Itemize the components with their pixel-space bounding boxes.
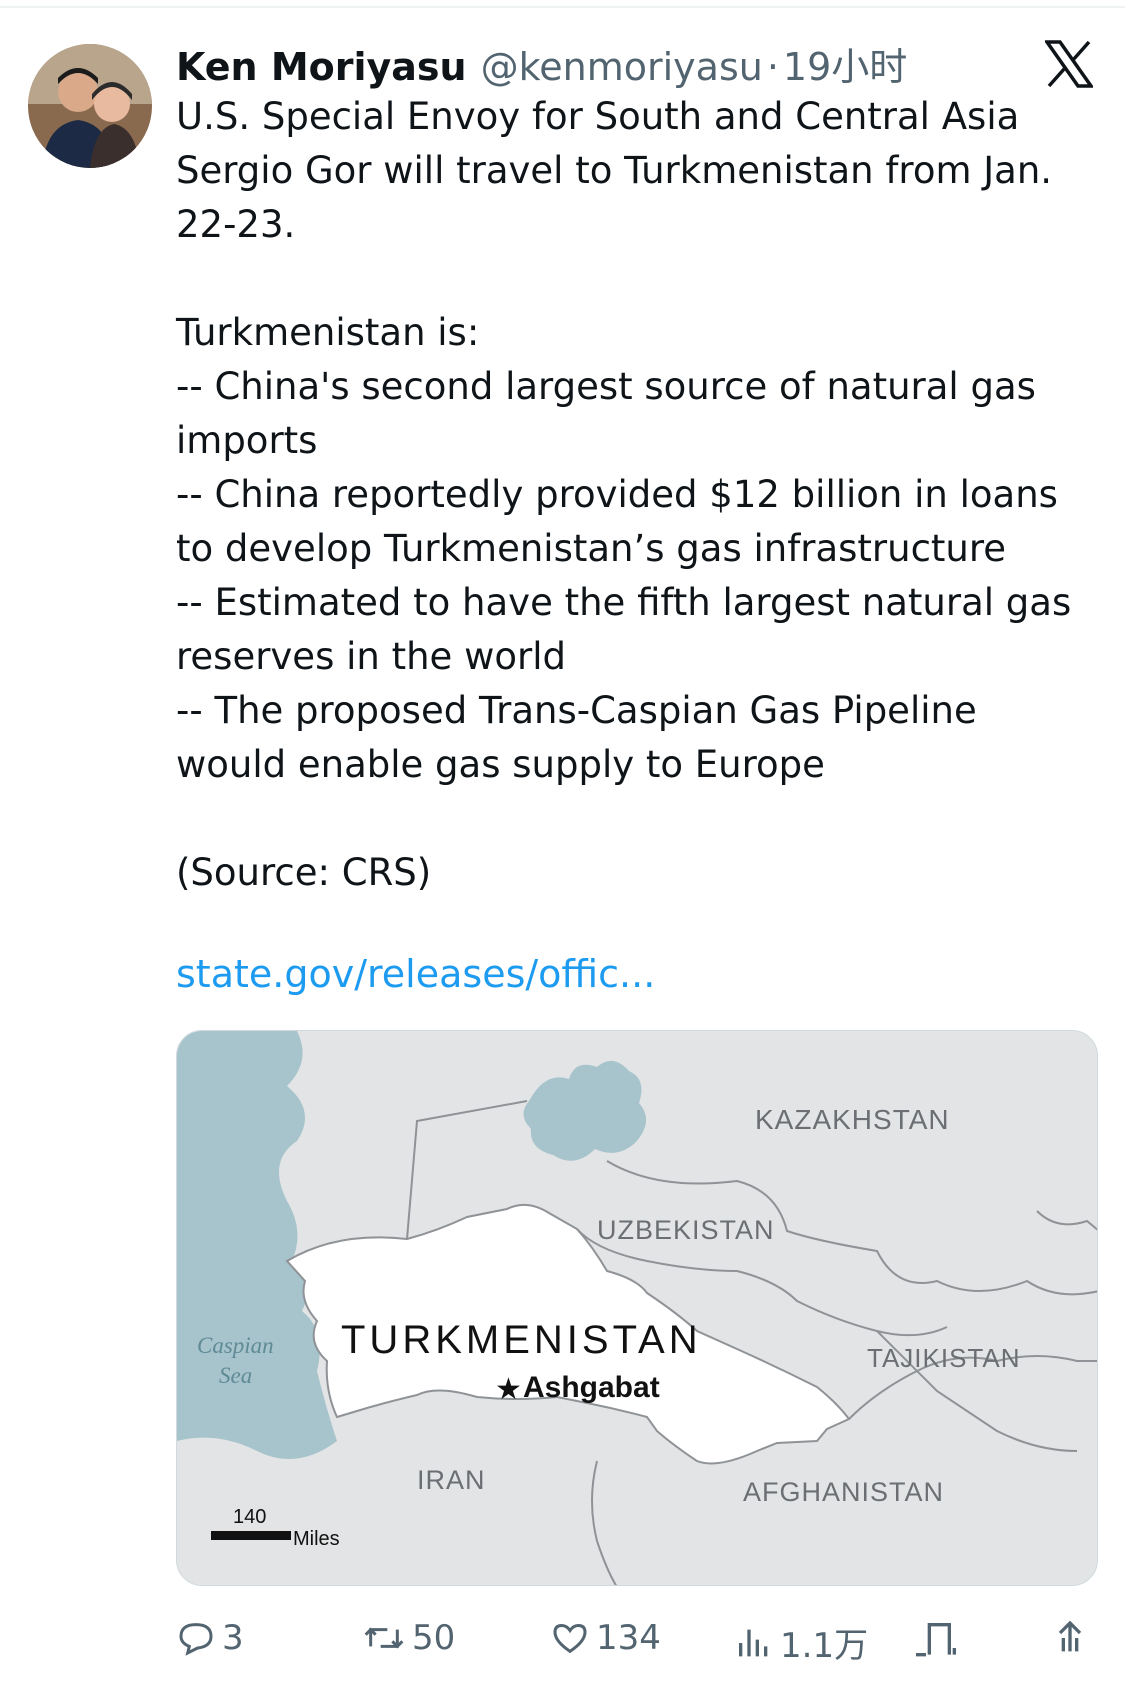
- views-button[interactable]: 1.1万: [734, 1618, 868, 1667]
- views-icon: [739, 1629, 768, 1656]
- tweet-line: Sergio Gor will travel to Turkmenistan f…: [176, 149, 1053, 192]
- map-label-tajikistan: TAJIKISTAN: [867, 1343, 1021, 1373]
- top-divider: [0, 0, 1125, 8]
- tweet-line: imports: [176, 419, 318, 462]
- tweet-header: Ken Moriyasu @kenmoriyasu · 19小时: [176, 36, 907, 92]
- tweet-line: -- China reportedly provided $12 billion…: [176, 473, 1058, 516]
- timestamp[interactable]: 19小时: [783, 36, 907, 91]
- map-label-capital: Ashgabat: [523, 1371, 660, 1404]
- like-button[interactable]: 134: [550, 1618, 661, 1658]
- reply-button[interactable]: 3: [176, 1618, 244, 1658]
- tweet-blank-line: [176, 252, 1116, 306]
- views-count: 1.1万: [780, 1626, 869, 1666]
- tweet-line: would enable gas supply to Europe: [176, 743, 825, 786]
- like-icon: [553, 1623, 587, 1654]
- map-label-kazakhstan: KAZAKHSTAN: [755, 1104, 950, 1135]
- tweet-line: U.S. Special Envoy for South and Central…: [176, 95, 1020, 138]
- scale-bar: [211, 1531, 291, 1540]
- repost-count: 50: [412, 1618, 456, 1658]
- like-count: 134: [596, 1618, 661, 1658]
- tweet-line: to develop Turkmenistan’s gas infrastruc…: [176, 527, 1007, 570]
- map-image[interactable]: KAZAKHSTAN UZBEKISTAN TURKMENISTAN ★ Ash…: [176, 1030, 1098, 1586]
- repost-icon: [364, 1627, 404, 1649]
- repost-button[interactable]: 50: [362, 1618, 455, 1658]
- author-name[interactable]: Ken Moriyasu: [176, 45, 467, 89]
- tweet-line: Turkmenistan is:: [176, 311, 480, 354]
- separator-dot: ·: [766, 45, 779, 89]
- share-button[interactable]: [1050, 1618, 1096, 1658]
- tweet-text: U.S. Special Envoy for South and Central…: [176, 90, 1116, 900]
- tweet-line: -- The proposed Trans-Caspian Gas Pipeli…: [176, 689, 977, 732]
- avatar[interactable]: [28, 44, 152, 168]
- bookmark-icon: [916, 1623, 956, 1657]
- share-icon: [1058, 1620, 1082, 1652]
- tweet-line: (Source: CRS): [176, 851, 432, 894]
- map-label-uzbekistan: UZBEKISTAN: [597, 1215, 775, 1245]
- action-bar: 3 50 134 1.1万: [176, 1612, 1106, 1668]
- map-label-afghanistan: AFGHANISTAN: [743, 1477, 944, 1507]
- map-label-turkmenistan: TURKMENISTAN: [341, 1318, 702, 1362]
- tweet-line: 22-23.: [176, 203, 296, 246]
- bookmark-button[interactable]: [912, 1618, 966, 1658]
- map-label-caspian: Caspian: [197, 1333, 274, 1358]
- tweet-line: reserves in the world: [176, 635, 566, 678]
- x-logo-icon[interactable]: [1043, 40, 1095, 88]
- tweet-link[interactable]: state.gov/releases/offic...: [176, 952, 655, 996]
- reply-count: 3: [222, 1618, 244, 1658]
- map-label-iran: IRAN: [417, 1465, 486, 1495]
- scale-unit: Miles: [293, 1528, 340, 1550]
- scale-value: 140: [233, 1506, 266, 1528]
- tweet-line: -- China's second largest source of natu…: [176, 365, 1036, 408]
- reply-icon: [179, 1623, 213, 1656]
- author-handle[interactable]: @kenmoriyasu: [481, 45, 763, 89]
- capital-star-icon: ★: [495, 1372, 522, 1407]
- tweet-line: -- Estimated to have the fifth largest n…: [176, 581, 1072, 624]
- map-label-sea: Sea: [219, 1363, 252, 1388]
- tweet-blank-line: [176, 792, 1116, 846]
